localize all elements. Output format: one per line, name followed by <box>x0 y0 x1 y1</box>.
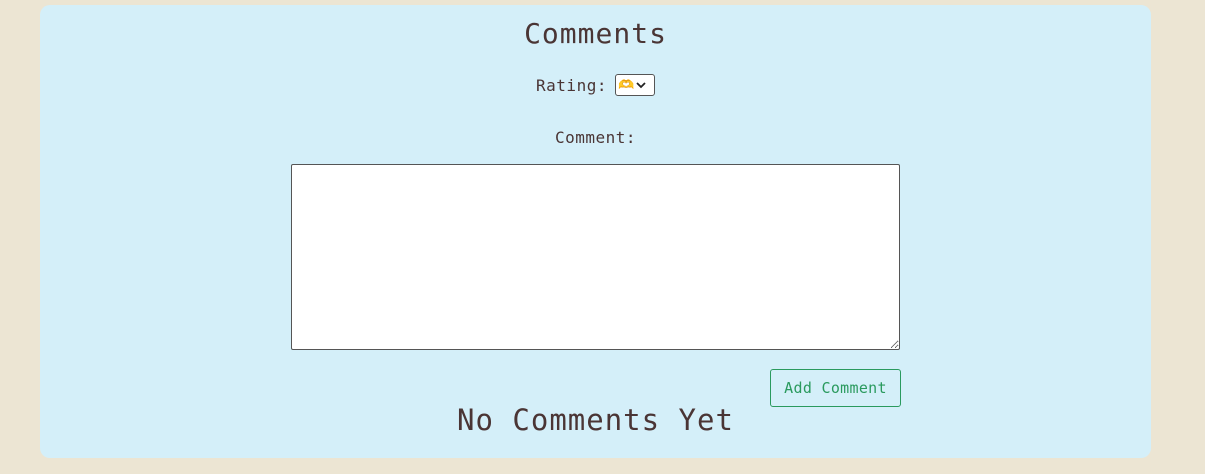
add-comment-button[interactable]: Add Comment <box>770 369 901 407</box>
heart-hands-icon: 🫶 <box>617 77 635 93</box>
comment-label: Comment: <box>554 128 637 147</box>
rating-row: Rating: 🫶 <box>40 74 1151 96</box>
chevron-down-icon <box>636 79 646 92</box>
rating-select[interactable]: 🫶 <box>614 74 655 96</box>
comments-panel: Comments Rating: 🫶 Comment: Add Comment … <box>40 5 1151 458</box>
no-comments-message: No Comments Yet <box>457 403 734 437</box>
comments-title: Comments <box>524 17 667 50</box>
rating-label: Rating: <box>536 75 607 95</box>
comment-textarea[interactable] <box>291 164 900 350</box>
